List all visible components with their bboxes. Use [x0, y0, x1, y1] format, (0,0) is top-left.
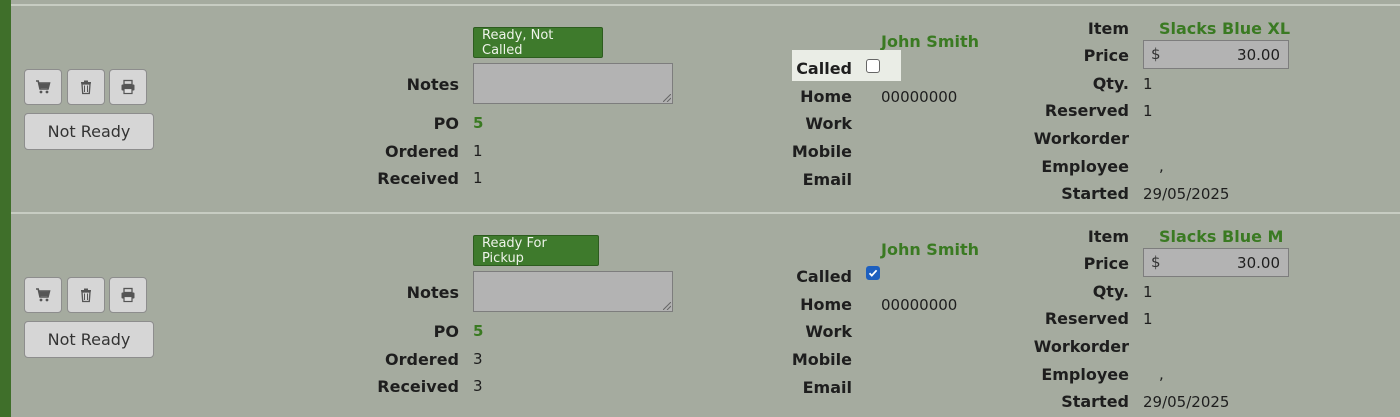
called-checkbox[interactable] [866, 266, 880, 280]
item-label: Item [1087, 19, 1129, 38]
customer-name[interactable]: John Smith [881, 32, 979, 51]
home-phone: 00000000 [881, 88, 958, 106]
ordered-value: 1 [473, 142, 483, 160]
reserved-value: 1 [1143, 310, 1153, 328]
notes-label: Notes [406, 75, 459, 94]
price-value: 30.00 [1237, 46, 1280, 64]
workorder-label: Workorder [1033, 337, 1129, 356]
started-value: 29/05/2025 [1143, 185, 1230, 203]
qty-label: Qty. [1092, 282, 1129, 301]
qty-label: Qty. [1092, 74, 1129, 93]
notes-label: Notes [406, 283, 459, 302]
resize-grip-icon [663, 302, 671, 310]
order-row: Not Ready Ready For Pickup Notes PO 5 Or… [11, 214, 1400, 417]
price-input[interactable]: $ 30.00 [1143, 40, 1289, 69]
cart-icon [36, 288, 51, 302]
ordered-label: Ordered [385, 142, 459, 161]
home-label: Home [800, 295, 852, 314]
resize-grip-icon [663, 94, 671, 102]
print-button[interactable] [109, 277, 147, 313]
status-button[interactable]: Ready For Pickup [473, 235, 599, 266]
add-to-cart-button[interactable] [24, 277, 62, 313]
print-button[interactable] [109, 69, 147, 105]
home-phone: 00000000 [881, 296, 958, 314]
received-label: Received [377, 169, 459, 188]
price-label: Price [1083, 46, 1129, 65]
called-checkbox[interactable] [866, 59, 880, 73]
order-row: Not Ready Ready, Not Called Notes PO 5 O… [11, 6, 1400, 212]
left-accent-stripe [0, 0, 11, 417]
currency-symbol: $ [1151, 253, 1161, 271]
email-label: Email [802, 170, 852, 189]
ordered-value: 3 [473, 350, 483, 368]
po-link[interactable]: 5 [473, 322, 483, 340]
employee-value: , [1159, 157, 1164, 175]
add-to-cart-button[interactable] [24, 69, 62, 105]
delete-button[interactable] [67, 277, 105, 313]
employee-label: Employee [1041, 157, 1129, 176]
called-label: Called [796, 267, 852, 286]
status-button[interactable]: Ready, Not Called [473, 27, 603, 58]
trash-icon [81, 288, 91, 303]
checkmark-icon [868, 269, 878, 277]
price-value: 30.00 [1237, 254, 1280, 272]
notes-textarea[interactable] [473, 63, 673, 104]
received-value: 1 [473, 169, 483, 187]
reserved-label: Reserved [1044, 309, 1129, 328]
customer-name[interactable]: John Smith [881, 240, 979, 259]
not-ready-button[interactable]: Not Ready [24, 321, 154, 358]
trash-icon [81, 80, 91, 95]
po-link[interactable]: 5 [473, 114, 483, 132]
notes-textarea[interactable] [473, 271, 673, 312]
item-link[interactable]: Slacks Blue XL [1159, 19, 1290, 38]
employee-value: , [1159, 365, 1164, 383]
print-icon [121, 79, 135, 95]
delete-button[interactable] [67, 69, 105, 105]
price-label: Price [1083, 254, 1129, 273]
reserved-label: Reserved [1044, 101, 1129, 120]
received-value: 3 [473, 377, 483, 395]
started-value: 29/05/2025 [1143, 393, 1230, 411]
mobile-label: Mobile [791, 142, 852, 161]
work-label: Work [805, 114, 852, 133]
not-ready-button[interactable]: Not Ready [24, 113, 154, 150]
email-label: Email [802, 378, 852, 397]
employee-label: Employee [1041, 365, 1129, 384]
price-input[interactable]: $ 30.00 [1143, 248, 1289, 277]
received-label: Received [377, 377, 459, 396]
work-label: Work [805, 322, 852, 341]
currency-symbol: $ [1151, 45, 1161, 63]
item-link[interactable]: Slacks Blue M [1159, 227, 1283, 246]
started-label: Started [1061, 392, 1129, 411]
po-label: PO [433, 114, 459, 133]
ordered-label: Ordered [385, 350, 459, 369]
print-icon [121, 287, 135, 303]
po-label: PO [433, 322, 459, 341]
reserved-value: 1 [1143, 102, 1153, 120]
cart-icon [36, 80, 51, 94]
workorder-label: Workorder [1033, 129, 1129, 148]
mobile-label: Mobile [791, 350, 852, 369]
called-label: Called [796, 59, 852, 78]
item-label: Item [1087, 227, 1129, 246]
home-label: Home [800, 87, 852, 106]
qty-value: 1 [1143, 75, 1153, 93]
started-label: Started [1061, 184, 1129, 203]
qty-value: 1 [1143, 283, 1153, 301]
special-orders-page: Not Ready Ready, Not Called Notes PO 5 O… [0, 0, 1400, 417]
